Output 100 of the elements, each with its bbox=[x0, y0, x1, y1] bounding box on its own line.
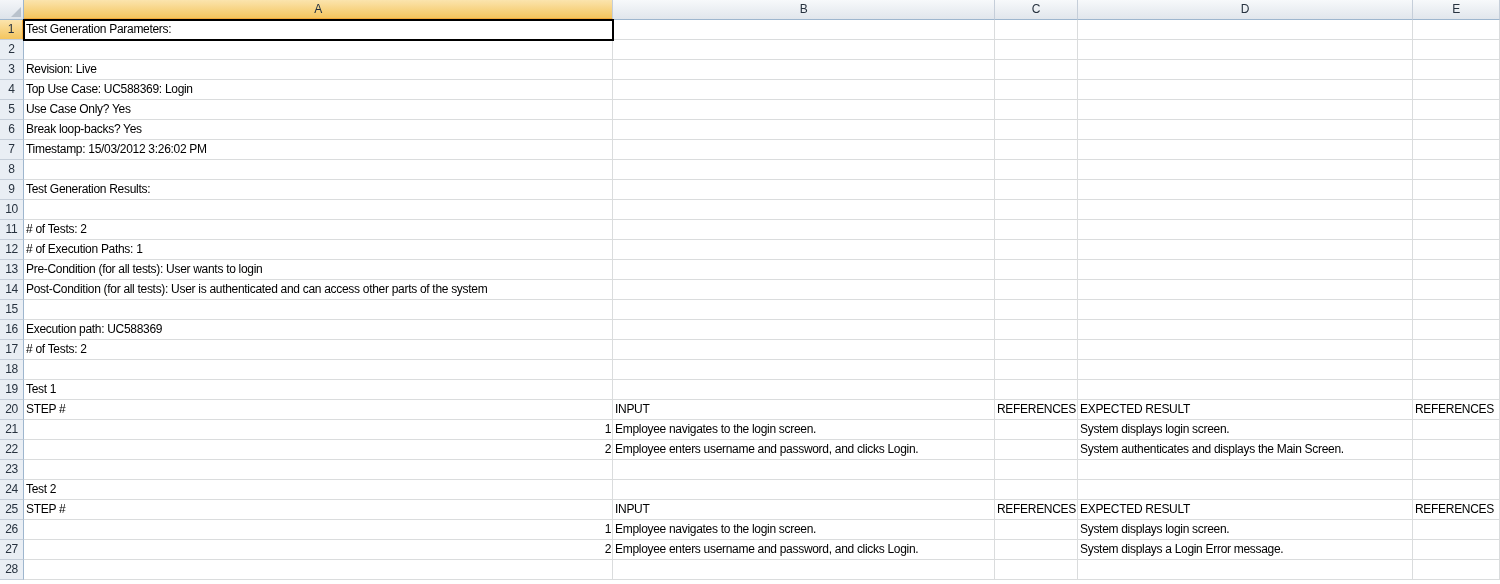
table-cell[interactable]: System displays a Login Error message. bbox=[1078, 540, 1413, 560]
table-cell[interactable] bbox=[1078, 140, 1413, 160]
row-header[interactable]: 11 bbox=[0, 220, 24, 240]
row-header[interactable]: 24 bbox=[0, 480, 24, 500]
row-header[interactable]: 15 bbox=[0, 300, 24, 320]
table-cell[interactable]: System authenticates and displays the Main Screen. bbox=[1078, 440, 1413, 460]
table-cell[interactable] bbox=[1078, 560, 1413, 580]
table-cell[interactable] bbox=[613, 160, 995, 180]
table-cell[interactable]: Employee navigates to the login screen. bbox=[613, 420, 995, 440]
table-cell[interactable]: Break loop-backs? Yes bbox=[24, 120, 613, 140]
table-cell[interactable] bbox=[1078, 120, 1413, 140]
table-cell[interactable] bbox=[995, 360, 1078, 380]
table-cell[interactable] bbox=[1078, 60, 1413, 80]
row-header[interactable]: 18 bbox=[0, 360, 24, 380]
table-cell[interactable]: Test 1 bbox=[24, 380, 613, 400]
table-cell[interactable]: Timestamp: 15/03/2012 3:26:02 PM bbox=[24, 140, 613, 160]
table-cell[interactable] bbox=[24, 40, 613, 60]
table-cell[interactable] bbox=[1078, 280, 1413, 300]
table-cell[interactable] bbox=[995, 120, 1078, 140]
row-header[interactable]: 25 bbox=[0, 500, 24, 520]
column-header[interactable]: C bbox=[995, 0, 1078, 20]
table-cell[interactable] bbox=[1078, 200, 1413, 220]
table-cell[interactable] bbox=[995, 160, 1078, 180]
row-header[interactable]: 8 bbox=[0, 160, 24, 180]
table-cell[interactable] bbox=[24, 160, 613, 180]
table-cell[interactable] bbox=[613, 300, 995, 320]
table-cell[interactable]: Test 2 bbox=[24, 480, 613, 500]
table-cell[interactable]: STEP # bbox=[24, 400, 613, 420]
row-header[interactable]: 6 bbox=[0, 120, 24, 140]
table-cell[interactable] bbox=[1413, 440, 1500, 460]
select-all-corner[interactable] bbox=[0, 0, 24, 20]
table-cell[interactable]: Employee enters username and password, and clicks Login. bbox=[613, 540, 995, 560]
table-cell[interactable] bbox=[1078, 40, 1413, 60]
table-cell[interactable] bbox=[1078, 340, 1413, 360]
table-cell[interactable] bbox=[1413, 540, 1500, 560]
table-cell[interactable] bbox=[1413, 280, 1500, 300]
table-cell[interactable] bbox=[995, 200, 1078, 220]
row-header[interactable]: 5 bbox=[0, 100, 24, 120]
table-cell[interactable] bbox=[613, 320, 995, 340]
row-header[interactable]: 19 bbox=[0, 380, 24, 400]
table-cell[interactable] bbox=[1413, 180, 1500, 200]
table-cell[interactable]: # of Tests: 2 bbox=[24, 340, 613, 360]
table-cell[interactable] bbox=[613, 480, 995, 500]
table-cell[interactable] bbox=[1413, 560, 1500, 580]
table-cell[interactable] bbox=[995, 540, 1078, 560]
table-cell[interactable] bbox=[613, 340, 995, 360]
table-cell[interactable]: Test Generation Results: bbox=[24, 180, 613, 200]
table-cell[interactable] bbox=[1078, 320, 1413, 340]
table-cell[interactable]: STEP # bbox=[24, 500, 613, 520]
table-cell[interactable] bbox=[613, 220, 995, 240]
row-header[interactable]: 26 bbox=[0, 520, 24, 540]
row-header[interactable]: 16 bbox=[0, 320, 24, 340]
table-cell[interactable] bbox=[995, 380, 1078, 400]
table-cell[interactable] bbox=[995, 140, 1078, 160]
table-cell[interactable]: INPUT bbox=[613, 400, 995, 420]
table-cell[interactable]: REFERENCES bbox=[995, 500, 1078, 520]
table-cell[interactable]: INPUT bbox=[613, 500, 995, 520]
table-cell[interactable] bbox=[1078, 220, 1413, 240]
table-cell[interactable]: REFERENCES bbox=[1413, 400, 1500, 420]
table-cell[interactable] bbox=[1413, 380, 1500, 400]
table-cell[interactable] bbox=[613, 460, 995, 480]
table-cell[interactable] bbox=[613, 180, 995, 200]
table-cell[interactable] bbox=[995, 420, 1078, 440]
column-header[interactable]: D bbox=[1078, 0, 1413, 20]
row-header[interactable]: 10 bbox=[0, 200, 24, 220]
table-cell[interactable] bbox=[24, 360, 613, 380]
table-cell[interactable] bbox=[995, 320, 1078, 340]
table-cell[interactable] bbox=[1413, 320, 1500, 340]
table-cell[interactable] bbox=[613, 140, 995, 160]
table-cell[interactable] bbox=[613, 280, 995, 300]
table-cell[interactable] bbox=[613, 200, 995, 220]
row-header[interactable]: 27 bbox=[0, 540, 24, 560]
table-cell[interactable] bbox=[1413, 480, 1500, 500]
table-cell[interactable]: REFERENCES bbox=[1413, 500, 1500, 520]
table-cell[interactable] bbox=[613, 560, 995, 580]
table-cell[interactable] bbox=[1078, 20, 1413, 40]
table-cell[interactable]: Employee enters username and password, and clicks Login. bbox=[613, 440, 995, 460]
table-cell[interactable] bbox=[1413, 20, 1500, 40]
table-cell[interactable]: Pre-Condition (for all tests): User wants to login bbox=[24, 260, 613, 280]
row-header[interactable]: 21 bbox=[0, 420, 24, 440]
row-header[interactable]: 12 bbox=[0, 240, 24, 260]
table-cell[interactable] bbox=[1413, 100, 1500, 120]
table-cell[interactable] bbox=[995, 20, 1078, 40]
table-cell[interactable] bbox=[613, 20, 995, 40]
table-cell[interactable] bbox=[995, 460, 1078, 480]
table-cell[interactable] bbox=[995, 40, 1078, 60]
table-cell[interactable] bbox=[1078, 100, 1413, 120]
table-cell[interactable] bbox=[995, 240, 1078, 260]
table-cell[interactable] bbox=[613, 380, 995, 400]
table-cell[interactable]: Execution path: UC588369 bbox=[24, 320, 613, 340]
row-header[interactable]: 23 bbox=[0, 460, 24, 480]
table-cell[interactable] bbox=[1413, 460, 1500, 480]
table-cell[interactable]: Top Use Case: UC588369: Login bbox=[24, 80, 613, 100]
row-header[interactable]: 9 bbox=[0, 180, 24, 200]
table-cell[interactable]: Employee navigates to the login screen. bbox=[613, 520, 995, 540]
table-cell[interactable]: EXPECTED RESULT bbox=[1078, 500, 1413, 520]
table-cell[interactable] bbox=[1078, 380, 1413, 400]
table-cell[interactable] bbox=[1413, 340, 1500, 360]
table-cell[interactable]: Test Generation Parameters: bbox=[24, 20, 613, 40]
row-header[interactable]: 20 bbox=[0, 400, 24, 420]
